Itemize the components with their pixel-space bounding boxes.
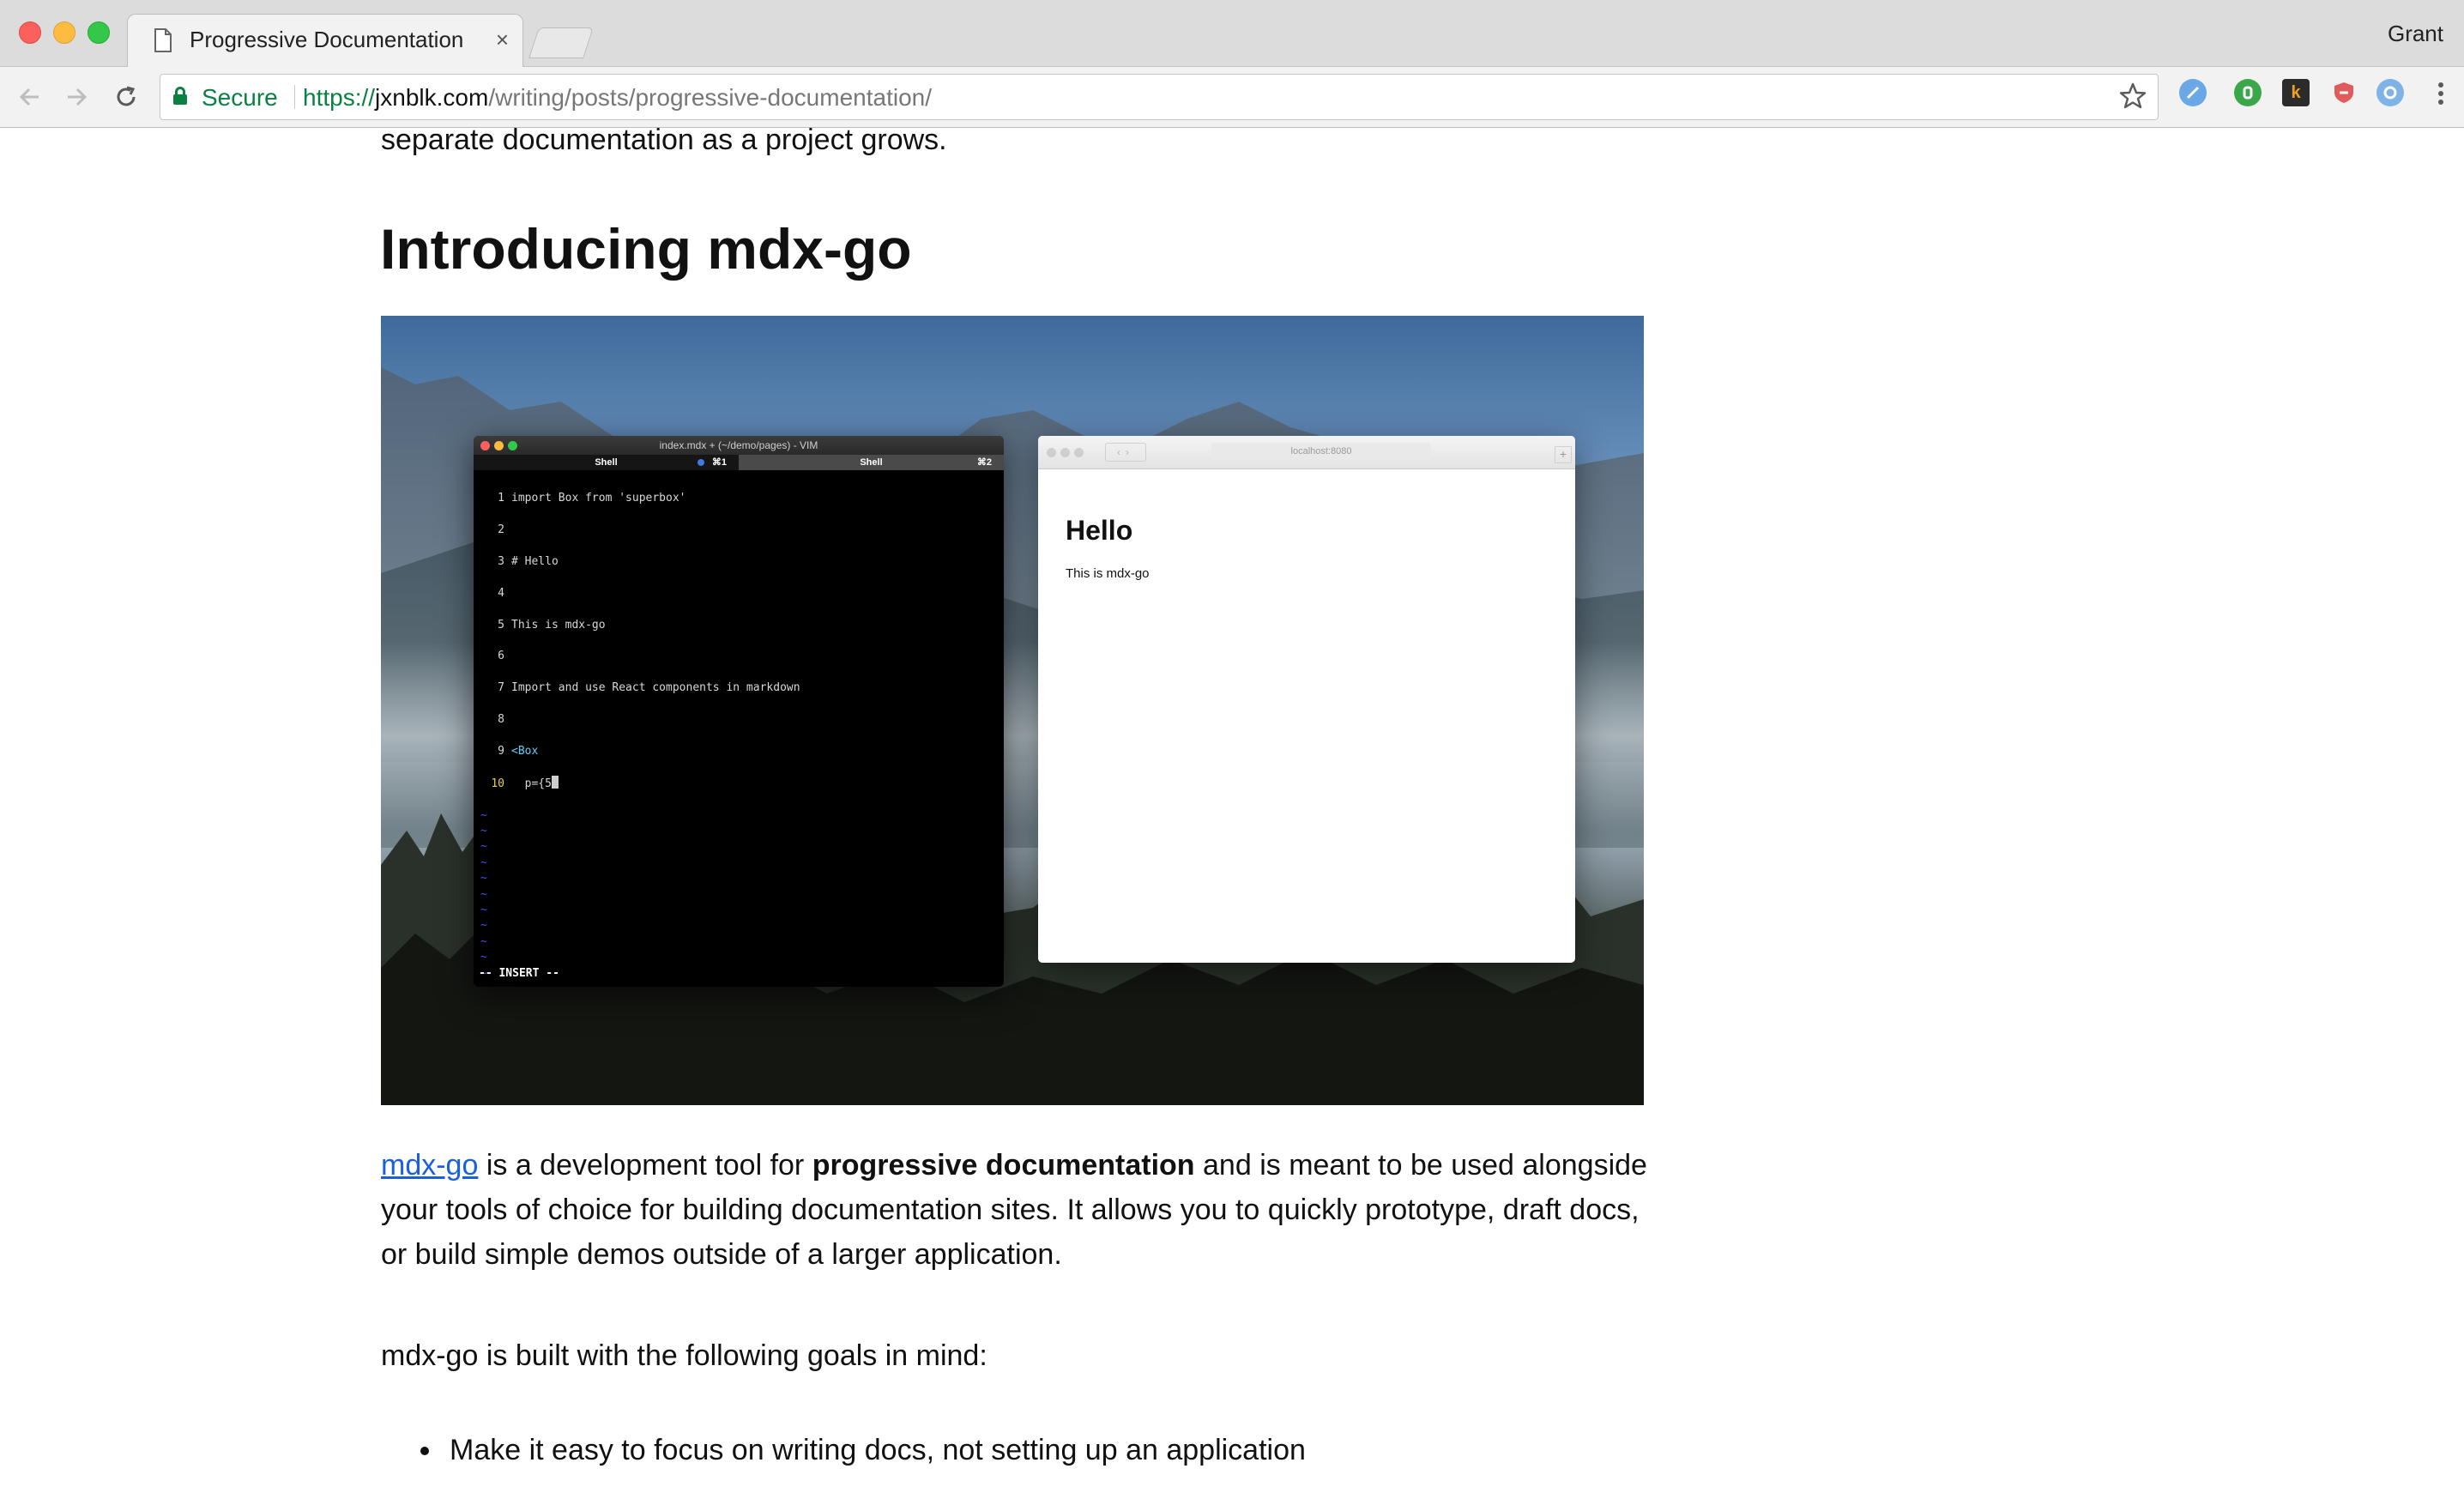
extension-feather-icon[interactable] bbox=[2179, 79, 2207, 106]
mdx-go-link[interactable]: mdx-go bbox=[381, 1149, 478, 1182]
window-minimize-button[interactable] bbox=[53, 21, 75, 44]
forward-arrow-icon bbox=[68, 88, 88, 106]
tab-close-icon[interactable]: × bbox=[496, 27, 509, 53]
back-arrow-icon bbox=[19, 88, 39, 106]
preview-nav-arrows-icon: ‹› bbox=[1105, 443, 1146, 462]
code-line: 6 bbox=[498, 650, 504, 663]
terminal-titlebar: index.mdx + (~/demo/pages) - VIM bbox=[474, 436, 1004, 455]
vim-empty-lines: ~ ~ ~ ~ ~ ~ ~ ~ ~ ~ ~ ~ ~ ~ ~ ~ ~ ~ ~ ~ … bbox=[480, 808, 487, 987]
code-line: 3 # Hello bbox=[498, 555, 559, 569]
document-icon bbox=[154, 28, 172, 52]
window-close-button[interactable] bbox=[19, 21, 41, 44]
code-line: 2 bbox=[498, 523, 504, 537]
terminal-window: index.mdx + (~/demo/pages) - VIM Shell ⌘… bbox=[474, 436, 1004, 987]
terminal-tab-2-shortcut: ⌘2 bbox=[976, 457, 992, 468]
extension-k-icon[interactable]: k bbox=[2282, 79, 2310, 106]
preview-new-tab-icon: + bbox=[1555, 446, 1572, 463]
terminal-tab-1: Shell ⌘1 bbox=[474, 455, 739, 470]
code-line: 10 p={5 bbox=[480, 775, 800, 792]
terminal-tab-1-label: Shell bbox=[595, 457, 618, 468]
extension-shield-icon[interactable] bbox=[2330, 79, 2358, 106]
preview-heading: Hello bbox=[1066, 515, 1133, 546]
intro-text-fragment: separate documentation as a project grow… bbox=[381, 124, 947, 156]
terminal-tab-2: Shell ⌘2 bbox=[739, 455, 1004, 470]
address-bar[interactable]: Secure https://jxnblk.com/writing/posts/… bbox=[160, 74, 2159, 120]
reload-button[interactable] bbox=[110, 81, 142, 113]
vim-mode-indicator: -- INSERT -- bbox=[479, 967, 559, 980]
code-line: 5 This is mdx-go bbox=[498, 618, 606, 632]
reload-icon bbox=[117, 86, 136, 106]
forward-button[interactable] bbox=[60, 81, 93, 113]
terminal-tab-2-label: Shell bbox=[860, 457, 883, 468]
url-path: /writing/posts/progressive-documentation… bbox=[488, 84, 932, 111]
preview-url: localhost:8080 bbox=[1211, 443, 1431, 460]
goals-intro-paragraph: mdx-go is built with the following goals… bbox=[381, 1339, 987, 1372]
terminal-activity-dot bbox=[698, 459, 704, 466]
text-cursor bbox=[551, 775, 559, 789]
preview-toolbar: ‹› localhost:8080 + bbox=[1038, 436, 1575, 469]
tab-progressive-documentation[interactable]: Progressive Documentation × bbox=[127, 14, 523, 68]
url-scheme: https:// bbox=[303, 84, 376, 111]
browser-menu-icon[interactable] bbox=[2437, 82, 2445, 108]
code-line: 7 Import and use React components in mark… bbox=[498, 681, 800, 695]
url-text[interactable]: https://jxnblk.com/writing/posts/progres… bbox=[303, 84, 932, 112]
description-text-a: is a development tool for bbox=[478, 1149, 812, 1182]
description-paragraph: mdx-go is a development tool for progres… bbox=[381, 1143, 1651, 1277]
tab-title: Progressive Documentation bbox=[190, 27, 464, 52]
address-separator bbox=[294, 85, 295, 109]
code-line: 8 bbox=[498, 713, 504, 727]
code-line: 1 import Box from 'superbox' bbox=[498, 492, 686, 505]
terminal-tabs: Shell ⌘1 Shell ⌘2 bbox=[474, 455, 1004, 470]
back-button[interactable] bbox=[14, 81, 46, 113]
vim-buffer: 1 import Box from 'superbox' 2 3 # Hello 4… bbox=[480, 475, 800, 987]
goals-list-item: Make it easy to focus on writing docs, n… bbox=[381, 1428, 1306, 1472]
demo-screenshot-image: index.mdx + (~/demo/pages) - VIM Shell ⌘… bbox=[381, 316, 1644, 1105]
profile-name[interactable]: Grant bbox=[2388, 21, 2443, 47]
preview-browser-window: ‹› localhost:8080 + Hello This is mdx-go bbox=[1038, 436, 1575, 963]
tab-strip: Progressive Documentation × Grant bbox=[0, 0, 2464, 68]
url-host: jxnblk.com bbox=[375, 84, 489, 111]
lock-icon bbox=[173, 87, 187, 105]
new-tab-button[interactable] bbox=[528, 27, 594, 58]
extension-circle-icon[interactable] bbox=[2376, 79, 2404, 106]
extension-dashlane-icon[interactable] bbox=[2234, 79, 2262, 106]
secure-label: Secure bbox=[202, 84, 278, 111]
description-bold-text: progressive documentation bbox=[812, 1149, 1195, 1182]
goals-list: Make it easy to focus on writing docs, n… bbox=[381, 1428, 1306, 1472]
preview-body-text: This is mdx-go bbox=[1066, 566, 1150, 581]
code-line: 9 <Box bbox=[498, 744, 539, 758]
window-zoom-button[interactable] bbox=[88, 21, 110, 44]
terminal-title: index.mdx + (~/demo/pages) - VIM bbox=[659, 439, 818, 451]
terminal-tab-1-shortcut: ⌘1 bbox=[711, 457, 727, 468]
bookmark-star-icon[interactable] bbox=[2118, 82, 2147, 111]
section-heading: Introducing mdx-go bbox=[380, 217, 912, 281]
code-line: 4 bbox=[498, 586, 504, 600]
browser-toolbar: Secure https://jxnblk.com/writing/posts/… bbox=[0, 67, 2464, 128]
